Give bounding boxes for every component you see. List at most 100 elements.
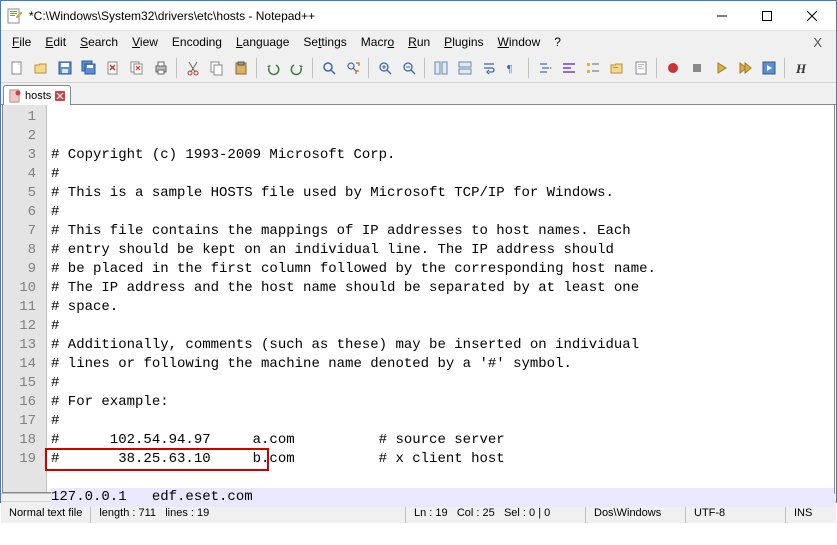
code-line[interactable]: # be placed in the first column followed… xyxy=(51,260,834,279)
code-line[interactable]: # Copyright (c) 1993-2009 Microsoft Corp… xyxy=(51,146,834,165)
wrap-icon[interactable] xyxy=(477,56,500,79)
func-list-icon[interactable] xyxy=(581,56,604,79)
paste-icon[interactable] xyxy=(229,56,252,79)
new-file-icon[interactable] xyxy=(5,56,28,79)
line-number: 2 xyxy=(3,127,36,146)
code-line[interactable]: # lines or following the machine name de… xyxy=(51,355,834,374)
line-number: 13 xyxy=(3,336,36,355)
cut-icon[interactable] xyxy=(181,56,204,79)
undo-icon[interactable] xyxy=(261,56,284,79)
bold-icon[interactable]: H xyxy=(789,56,812,79)
code-line[interactable]: # space. xyxy=(51,298,834,317)
file-modified-icon xyxy=(8,89,22,103)
tab-label: hosts xyxy=(25,90,51,102)
close-file-icon[interactable] xyxy=(101,56,124,79)
svg-text:¶: ¶ xyxy=(507,63,512,75)
code-line[interactable]: # Additionally, comments (such as these)… xyxy=(51,336,834,355)
code-line[interactable]: # xyxy=(51,317,834,336)
sync-v-icon[interactable] xyxy=(429,56,452,79)
line-number: 14 xyxy=(3,355,36,374)
line-number: 15 xyxy=(3,374,36,393)
tab-close-icon[interactable] xyxy=(54,90,66,102)
menu-view[interactable]: View xyxy=(125,33,165,51)
window-title: *C:\Windows\System32\drivers\etc\hosts -… xyxy=(29,9,699,23)
hide-menu-button[interactable]: X xyxy=(803,33,832,52)
code-area[interactable]: # Copyright (c) 1993-2009 Microsoft Corp… xyxy=(47,105,834,492)
code-line[interactable]: # This file contains the mappings of IP … xyxy=(51,222,834,241)
zoom-out-icon[interactable] xyxy=(397,56,420,79)
menu-plugins[interactable]: Plugins xyxy=(437,33,490,51)
editor[interactable]: 12345678910111213141516171819 # Copyrigh… xyxy=(2,105,835,493)
code-line[interactable]: # For example: xyxy=(51,393,834,412)
indent-guide-icon[interactable] xyxy=(533,56,556,79)
close-all-icon[interactable] xyxy=(125,56,148,79)
line-number: 11 xyxy=(3,298,36,317)
folder-panel-icon[interactable] xyxy=(605,56,628,79)
tab-bar: hosts xyxy=(1,83,836,105)
menu-language[interactable]: Language xyxy=(229,33,296,51)
all-chars-icon[interactable]: ¶ xyxy=(501,56,524,79)
code-line[interactable]: # xyxy=(51,374,834,393)
replace-icon[interactable] xyxy=(341,56,364,79)
code-line[interactable]: 127.0.0.1 edf.eset.com xyxy=(51,488,834,507)
redo-icon[interactable] xyxy=(285,56,308,79)
toolbar: ¶ H xyxy=(1,53,836,83)
lang-format-icon[interactable] xyxy=(557,56,580,79)
line-number: 6 xyxy=(3,203,36,222)
code-line[interactable] xyxy=(51,469,834,488)
line-number: 17 xyxy=(3,412,36,431)
open-file-icon[interactable] xyxy=(29,56,52,79)
save-icon[interactable] xyxy=(53,56,76,79)
code-line[interactable]: # The IP address and the host name shoul… xyxy=(51,279,834,298)
line-number-gutter: 12345678910111213141516171819 xyxy=(3,105,47,492)
title-bar: *C:\Windows\System32\drivers\etc\hosts -… xyxy=(1,1,836,31)
zoom-in-icon[interactable] xyxy=(373,56,396,79)
line-number: 16 xyxy=(3,393,36,412)
code-line[interactable]: # xyxy=(51,165,834,184)
menu-settings[interactable]: Settings xyxy=(296,33,353,51)
record-macro-icon[interactable] xyxy=(661,56,684,79)
menu-edit[interactable]: Edit xyxy=(38,33,73,51)
menu-search[interactable]: Search xyxy=(73,33,125,51)
tab-hosts[interactable]: hosts xyxy=(3,85,71,105)
app-icon xyxy=(7,8,23,24)
line-number: 4 xyxy=(3,165,36,184)
find-icon[interactable] xyxy=(317,56,340,79)
line-number: 7 xyxy=(3,222,36,241)
code-line[interactable]: # 38.25.63.10 b.com # x client host xyxy=(51,450,834,469)
line-number: 3 xyxy=(3,146,36,165)
line-number: 19 xyxy=(3,450,36,469)
line-number: 10 xyxy=(3,279,36,298)
menu-macro[interactable]: Macro xyxy=(354,33,401,51)
line-number: 12 xyxy=(3,317,36,336)
code-line[interactable]: # 102.54.94.97 a.com # source server xyxy=(51,431,834,450)
doc-map-icon[interactable] xyxy=(629,56,652,79)
menu-run[interactable]: Run xyxy=(401,33,437,51)
line-number: 8 xyxy=(3,241,36,260)
line-number: 1 xyxy=(3,108,36,127)
menu-bar: File Edit Search View Encoding Language … xyxy=(1,31,836,53)
menu-window[interactable]: Window xyxy=(491,33,548,51)
save-all-icon[interactable] xyxy=(77,56,100,79)
menu-help[interactable]: ? xyxy=(547,33,568,51)
line-number: 5 xyxy=(3,184,36,203)
code-line[interactable]: # entry should be kept on an individual … xyxy=(51,241,834,260)
svg-text:H: H xyxy=(795,61,807,76)
print-icon[interactable] xyxy=(149,56,172,79)
line-number: 9 xyxy=(3,260,36,279)
maximize-button[interactable] xyxy=(744,2,789,30)
stop-macro-icon[interactable] xyxy=(685,56,708,79)
code-line[interactable]: # This is a sample HOSTS file used by Mi… xyxy=(51,184,834,203)
menu-file[interactable]: File xyxy=(5,33,38,51)
close-button[interactable] xyxy=(789,2,834,30)
minimize-button[interactable] xyxy=(699,2,744,30)
play-macro-icon[interactable] xyxy=(709,56,732,79)
code-line[interactable]: # xyxy=(51,412,834,431)
code-line[interactable]: # xyxy=(51,203,834,222)
copy-icon[interactable] xyxy=(205,56,228,79)
line-number: 18 xyxy=(3,431,36,450)
play-multi-icon[interactable] xyxy=(733,56,756,79)
sync-h-icon[interactable] xyxy=(453,56,476,79)
menu-encoding[interactable]: Encoding xyxy=(165,33,229,51)
save-macro-icon[interactable] xyxy=(757,56,780,79)
